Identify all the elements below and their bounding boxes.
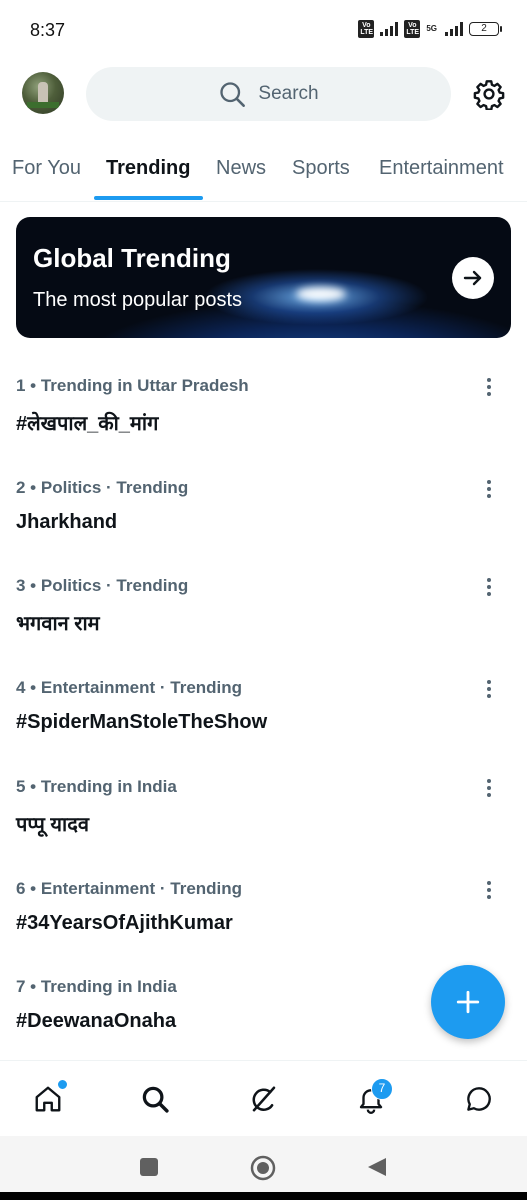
trend-name: #लेखपाल_की_मांग [16, 413, 159, 435]
recents-icon[interactable] [138, 1156, 160, 1178]
arrow-right-icon [463, 270, 482, 286]
settings-gear-icon[interactable] [473, 78, 505, 110]
system-nav-bar [0, 1136, 527, 1200]
more-options-icon[interactable] [478, 777, 500, 799]
trend-meta: 5 • Trending in India [16, 777, 177, 796]
banner-title: Global Trending [33, 243, 231, 273]
trend-meta: 7 • Trending in India [16, 977, 177, 996]
banner-arrow-button[interactable] [452, 257, 494, 299]
trend-meta: 4 • Entertainment · Trending [16, 678, 243, 697]
tab-sports[interactable]: Sports [292, 157, 350, 180]
active-tab-indicator [94, 196, 203, 200]
more-options-icon[interactable] [478, 678, 500, 700]
search-bar[interactable]: Search [86, 67, 451, 121]
tab-trending[interactable]: Trending [106, 157, 190, 180]
search-icon [142, 1086, 169, 1113]
plus-icon [456, 990, 480, 1014]
signal-icon [380, 22, 399, 36]
trend-name: #DeewanaOnaha [16, 1010, 177, 1032]
more-options-icon[interactable] [478, 576, 500, 598]
back-icon[interactable] [366, 1156, 388, 1178]
battery-icon: 2 [469, 22, 502, 36]
tab-entertainment[interactable]: Entertainment [379, 157, 504, 180]
trend-name: Jharkhand [16, 511, 118, 533]
grok-icon [252, 1086, 276, 1112]
more-options-icon[interactable] [478, 879, 500, 901]
banner-subtitle: The most popular posts [33, 289, 242, 311]
tab-bar: For You Trending News Sports Entertainme… [0, 140, 527, 202]
bottom-nav: 7 [0, 1060, 527, 1136]
nav-messages[interactable] [461, 1081, 497, 1117]
home-unread-dot [57, 1079, 68, 1090]
status-bar: 8:37 Vo LTE Vo LTE 5G 2 [0, 0, 527, 60]
trend-name: #34YearsOfAjithKumar [16, 912, 233, 934]
network-type: 5G [426, 24, 437, 33]
home-button-icon[interactable] [249, 1154, 277, 1182]
trend-name: #SpiderManStoleTheShow [16, 711, 268, 733]
more-options-icon[interactable] [478, 478, 500, 500]
trend-meta: 1 • Trending in Uttar Pradesh [16, 376, 249, 395]
device-bottom-edge [0, 1192, 527, 1200]
messages-icon [467, 1087, 491, 1111]
search-placeholder: Search [258, 83, 319, 104]
trend-meta: 3 • Politics · Trending [16, 576, 189, 595]
volte-icon: Vo LTE [358, 20, 375, 38]
tab-for-you[interactable]: For You [12, 157, 81, 180]
trend-name: पप्पू यादव [16, 814, 89, 836]
status-time: 8:37 [30, 20, 66, 40]
banner-earth-glow [296, 287, 346, 301]
trend-name: भगवान राम [16, 613, 100, 635]
more-options-icon[interactable] [478, 376, 500, 398]
trend-meta: 6 • Entertainment · Trending [16, 879, 243, 898]
compose-post-button[interactable] [431, 965, 505, 1039]
volte-icon-2: Vo LTE [404, 20, 421, 38]
signal-icon-2 [445, 22, 463, 36]
search-icon [220, 82, 246, 107]
avatar[interactable] [22, 72, 64, 114]
tab-news[interactable]: News [216, 157, 266, 180]
nav-grok[interactable] [246, 1081, 282, 1117]
trend-meta: 2 • Politics · Trending [16, 478, 189, 497]
notification-count-badge: 7 [371, 1078, 393, 1100]
global-trending-banner[interactable]: Global Trending The most popular posts [16, 217, 511, 338]
status-icons: Vo LTE Vo LTE 5G 2 [358, 20, 502, 38]
nav-search[interactable] [137, 1081, 173, 1117]
